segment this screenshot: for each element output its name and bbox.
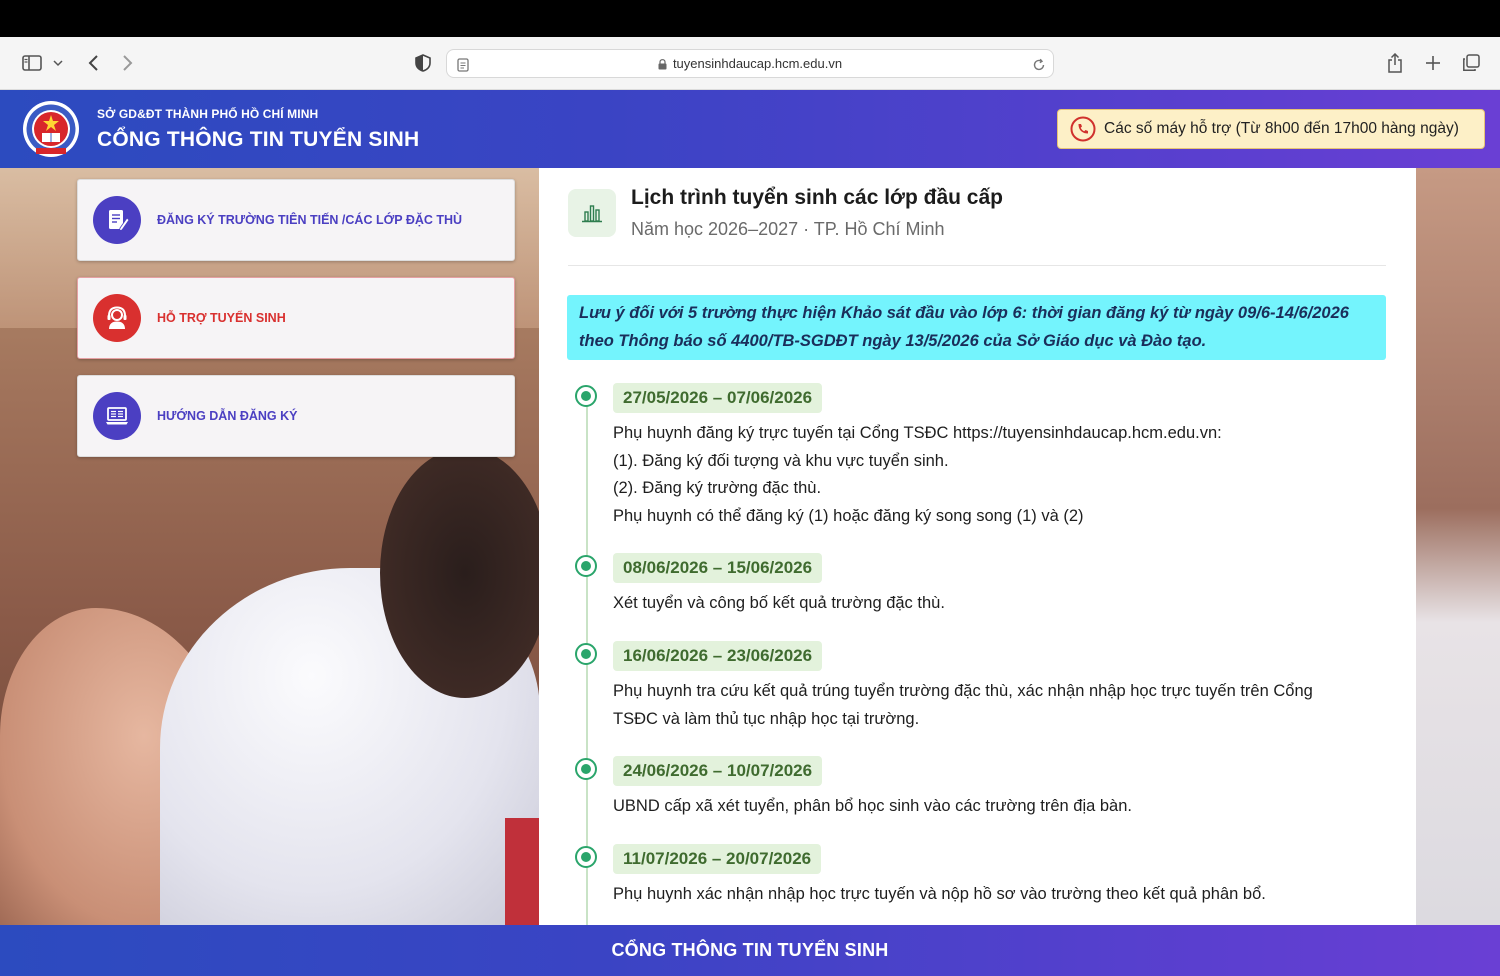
menu-label: HỖ TRỢ TUYỂN SINH <box>157 311 286 325</box>
timeline-date: 24/06/2026 – 10/07/2026 <box>613 756 823 786</box>
timeline-description: UBND cấp xã xét tuyển, phân bổ học sinh … <box>613 797 1132 815</box>
share-icon[interactable] <box>1383 51 1407 75</box>
notice-line: Lưu ý đối với 5 trường thực hiện Khảo sá… <box>579 304 1349 322</box>
menu-label: ĐĂNG KÝ TRƯỜNG TIÊN TIẾN /CÁC LỚP ĐẶC TH… <box>157 213 463 227</box>
timeline-dot-icon <box>575 758 597 780</box>
forward-icon[interactable] <box>117 51 139 75</box>
timeline-description: Phụ huynh xác nhận nhập học trực tuyến v… <box>613 885 1266 903</box>
site-footer: CỔNG THÔNG TIN TUYỂN SINH <box>0 925 1500 976</box>
back-icon[interactable] <box>82 51 104 75</box>
timeline-description: Phụ huynh đăng ký trực tuyến tại Cổng TS… <box>613 424 1222 525</box>
top-black-bar <box>0 0 1500 37</box>
address-bar[interactable]: tuyensinhdaucap.hcm.edu.vn <box>446 49 1054 78</box>
timeline-date: 11/07/2026 – 20/07/2026 <box>613 844 822 874</box>
menu-label: HƯỚNG DẪN ĐĂNG KÝ <box>157 409 298 423</box>
laptop-guide-icon <box>93 392 141 440</box>
reload-icon[interactable] <box>1029 53 1049 77</box>
support-text: Các số máy hỗ trợ (Từ 8h00 đến 17h00 hàn… <box>1104 120 1459 137</box>
timeline-dot-icon <box>575 643 597 665</box>
privacy-shield-icon[interactable] <box>411 51 435 75</box>
url-text: tuyensinhdaucap.hcm.edu.vn <box>672 56 843 71</box>
timeline-date: 27/05/2026 – 07/06/2026 <box>613 383 823 413</box>
timeline-description: Xét tuyển và công bố kết quả trường đặc … <box>613 594 945 612</box>
header-title[interactable]: CỔNG THÔNG TIN TUYỂN SINH <box>97 128 419 152</box>
notice-line: theo Thông báo số 4400/TB-SGDĐT ngày 13/… <box>579 331 1207 350</box>
schedule-panel: Lịch trình tuyển sinh các lớp đầu cấp Nă… <box>539 168 1416 925</box>
timeline-description: Phụ huynh tra cứu kết quả trúng tuyển tr… <box>613 682 1313 728</box>
timeline-dot-icon <box>575 385 597 407</box>
page-subtitle: Năm học 2026–2027 · TP. Hồ Chí Minh <box>631 219 945 239</box>
menu-register-advanced-school[interactable]: ĐĂNG KÝ TRƯỜNG TIÊN TIẾN /CÁC LỚP ĐẶC TH… <box>77 179 515 261</box>
phone-icon <box>1070 116 1096 142</box>
support-phone-button[interactable]: Các số máy hỗ trợ (Từ 8h00 đến 17h00 hàn… <box>1057 109 1485 149</box>
notice-box: Lưu ý đối với 5 trường thực hiện Khảo sá… <box>567 295 1386 360</box>
footer-title: CỔNG THÔNG TIN TUYỂN SINH <box>611 940 889 960</box>
page-title: Lịch trình tuyển sinh các lớp đầu cấp <box>631 186 1003 209</box>
department-logo-icon[interactable] <box>18 100 84 158</box>
timeline-dot-icon <box>575 846 597 868</box>
timeline-dot-icon <box>575 555 597 577</box>
timeline-date: 08/06/2026 – 15/06/2026 <box>613 553 823 583</box>
header-subtitle: SỞ GD&ĐT THÀNH PHỐ HỒ CHÍ MINH <box>97 107 319 121</box>
menu-admission-support[interactable]: HỖ TRỢ TUYỂN SINH <box>77 277 515 359</box>
menu-registration-guide[interactable]: HƯỚNG DẪN ĐĂNG KÝ <box>77 375 515 457</box>
registration-form-icon <box>93 196 141 244</box>
divider <box>568 265 1386 266</box>
new-tab-icon[interactable] <box>1421 51 1445 75</box>
support-agent-icon <box>93 294 141 342</box>
bar-chart-icon <box>568 189 616 237</box>
sidebar-icon[interactable] <box>20 51 44 75</box>
chevron-down-icon[interactable] <box>50 51 66 75</box>
browser-toolbar: tuyensinhdaucap.hcm.edu.vn <box>0 37 1500 90</box>
lock-icon <box>658 58 667 70</box>
timeline-date: 16/06/2026 – 23/06/2026 <box>613 641 823 671</box>
tab-overview-icon[interactable] <box>1459 51 1483 75</box>
